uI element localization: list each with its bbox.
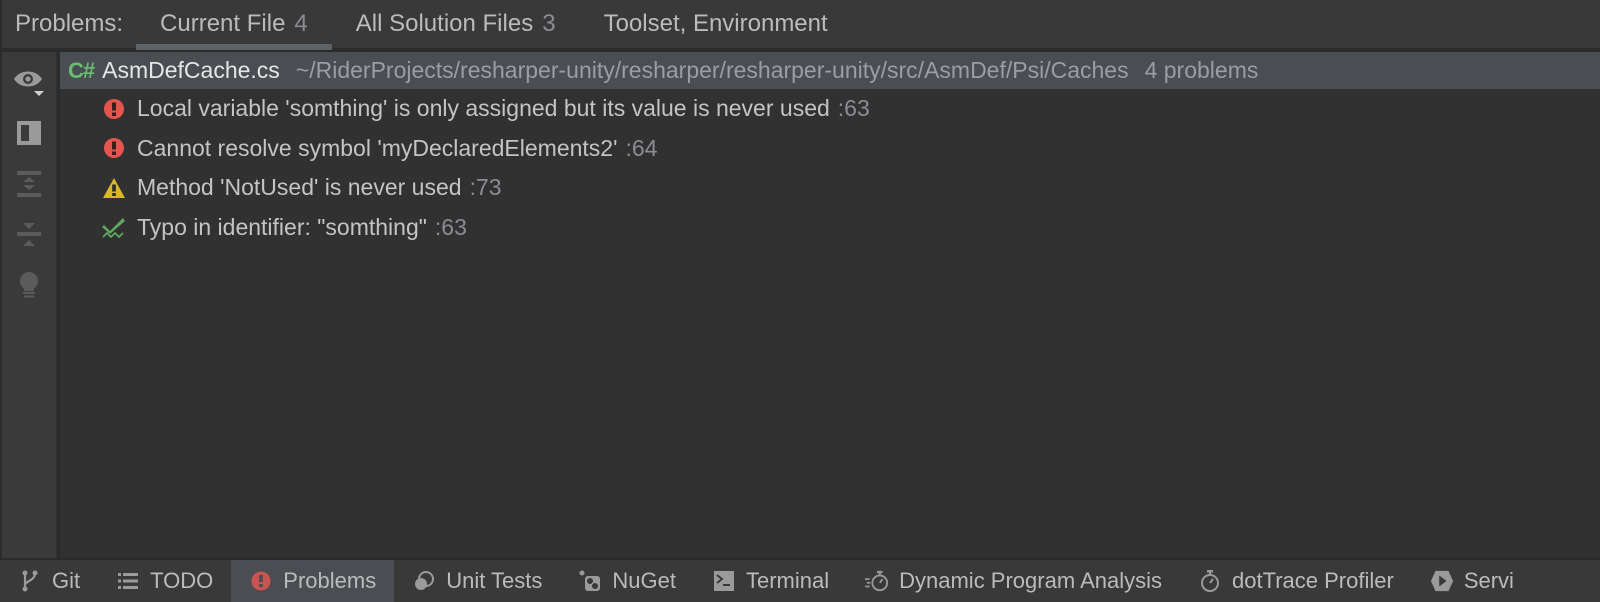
tool-tab-unit-tests[interactable]: Unit Tests bbox=[394, 560, 560, 602]
tool-tab-dynamic-program-analysis[interactable]: Dynamic Program Analysis bbox=[847, 560, 1180, 602]
tool-tab-label: Problems bbox=[283, 568, 377, 593]
problem-count: 4 problems bbox=[1144, 57, 1259, 83]
tab-label: Current File bbox=[160, 10, 286, 37]
tab-all-solution-files[interactable]: All Solution Files 3 bbox=[332, 0, 580, 48]
problem-line: :63 bbox=[434, 213, 467, 240]
tool-tab-todo[interactable]: TODO bbox=[98, 560, 231, 602]
tool-tab-dottrace-profiler[interactable]: dotTrace Profiler bbox=[1180, 560, 1412, 602]
left-toolbar bbox=[2, 52, 58, 558]
tab-label: All Solution Files bbox=[355, 10, 534, 37]
tab-label: Toolset, Environment bbox=[603, 10, 828, 37]
tool-tab-label: Servi bbox=[1463, 568, 1514, 593]
collapse-all-button[interactable] bbox=[11, 217, 47, 253]
collapse-all-icon bbox=[17, 223, 41, 246]
file-path: ~/RiderProjects/resharper-unity/resharpe… bbox=[295, 57, 1129, 83]
tab-count: 3 bbox=[542, 10, 556, 37]
tool-tab-nuget[interactable]: NuGet bbox=[560, 560, 694, 602]
problem-text: Local variable 'somthing' is only assign… bbox=[137, 95, 830, 122]
preview-panel-icon bbox=[17, 121, 41, 145]
terminal-icon bbox=[712, 569, 736, 593]
problem-line: :73 bbox=[469, 174, 502, 201]
tool-tab-problems[interactable]: Problems bbox=[231, 560, 395, 602]
tool-tab-label: TODO bbox=[150, 568, 214, 593]
tool-tab-label: Terminal bbox=[745, 568, 830, 593]
tool-tab-label: Dynamic Program Analysis bbox=[899, 568, 1162, 593]
tool-tab-git[interactable]: Git bbox=[0, 560, 98, 602]
tab-toolset-environment[interactable]: Toolset, Environment bbox=[580, 0, 852, 48]
csharp-file-icon: C# bbox=[68, 57, 95, 83]
nuget-icon bbox=[578, 569, 602, 593]
tool-tab-label: Unit Tests bbox=[446, 568, 543, 593]
problem-item[interactable]: Typo in identifier: "somthing" :63 bbox=[60, 208, 1600, 248]
tab-count: 4 bbox=[294, 10, 308, 37]
problem-item[interactable]: Method 'NotUsed' is never used :73 bbox=[60, 168, 1600, 208]
eye-icon bbox=[14, 71, 44, 96]
tool-tab-label: dotTrace Profiler bbox=[1232, 568, 1394, 593]
problems-label: Problems: bbox=[15, 10, 124, 37]
warning-icon bbox=[102, 176, 126, 200]
expand-all-icon bbox=[17, 171, 41, 197]
typo-icon bbox=[102, 215, 126, 239]
problems-tree: C# AsmDefCache.cs ~/RiderProjects/reshar… bbox=[60, 52, 1600, 558]
tool-tab-label: Git bbox=[52, 568, 81, 593]
problems-tab-bar: Problems: Current File 4 All Solution Fi… bbox=[0, 0, 1600, 50]
tool-tab-services[interactable]: Servi bbox=[1412, 560, 1532, 602]
problem-line: :64 bbox=[625, 134, 658, 161]
expand-all-button[interactable] bbox=[11, 166, 47, 202]
tool-tab-label: NuGet bbox=[612, 568, 676, 593]
services-icon bbox=[1430, 569, 1454, 593]
problem-text: Cannot resolve symbol 'myDeclaredElement… bbox=[137, 134, 618, 161]
problem-text: Typo in identifier: "somthing" bbox=[137, 213, 427, 240]
problem-item[interactable]: Local variable 'somthing' is only assign… bbox=[60, 89, 1600, 129]
git-branch-icon bbox=[18, 569, 42, 593]
quick-fix-button[interactable] bbox=[11, 268, 47, 304]
lightbulb-icon bbox=[20, 272, 38, 298]
file-name: AsmDefCache.cs bbox=[102, 57, 280, 83]
view-options-button[interactable] bbox=[11, 64, 47, 100]
error-icon bbox=[102, 97, 126, 121]
preview-panel-button[interactable] bbox=[11, 115, 47, 151]
error-icon bbox=[102, 136, 126, 160]
problem-text: Method 'NotUsed' is never used bbox=[137, 174, 462, 201]
problems-icon bbox=[249, 569, 273, 593]
unit-tests-icon bbox=[412, 569, 436, 593]
tool-tab-terminal[interactable]: Terminal bbox=[694, 560, 847, 602]
tab-current-file[interactable]: Current File 4 bbox=[136, 0, 332, 50]
dynamic-analysis-icon bbox=[865, 569, 889, 593]
stopwatch-icon bbox=[1198, 569, 1222, 593]
problem-line: :63 bbox=[837, 95, 870, 122]
file-node[interactable]: C# AsmDefCache.cs ~/RiderProjects/reshar… bbox=[60, 52, 1600, 89]
tool-window-bar: Git TODO Problems Unit Tests NuGet Termi… bbox=[0, 558, 1600, 602]
problem-item[interactable]: Cannot resolve symbol 'myDeclaredElement… bbox=[60, 129, 1600, 169]
list-icon bbox=[116, 569, 140, 593]
